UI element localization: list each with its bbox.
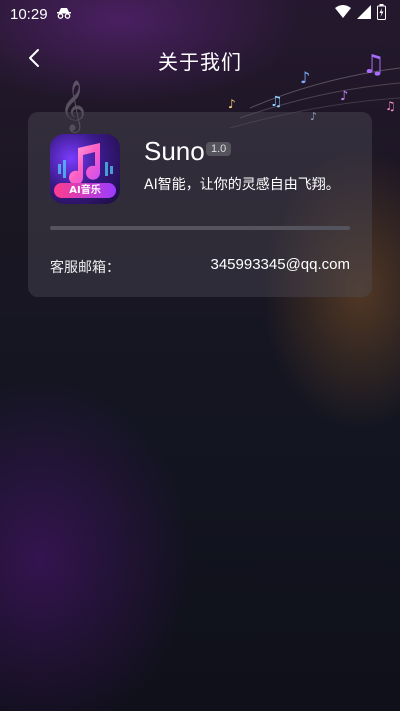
app-icon: AI音乐	[50, 134, 120, 204]
email-label: 客服邮箱：	[50, 260, 120, 276]
status-bar: 10:29	[0, 0, 400, 28]
signal-icon	[357, 5, 371, 23]
about-card: AI音乐 Suno 1.0 AI智能，让你的灵感自由飞翔。 客服邮箱： 3459…	[28, 112, 372, 297]
version-badge: 1.0	[206, 142, 232, 156]
status-time: 10:29	[10, 5, 48, 23]
svg-text:♪: ♪	[340, 89, 348, 104]
svg-text:♪: ♪	[228, 97, 236, 111]
status-right	[335, 4, 386, 24]
app-name: Suno	[144, 136, 205, 166]
svg-text:♫: ♫	[385, 99, 396, 113]
app-icon-badge: AI音乐	[54, 183, 116, 198]
divider	[50, 226, 350, 230]
incognito-icon	[56, 5, 72, 23]
svg-text:♫: ♫	[270, 94, 283, 110]
app-slogan: AI智能，让你的灵感自由飞翔。	[144, 177, 340, 193]
page-title: 关于我们	[158, 50, 242, 74]
battery-icon	[377, 4, 386, 24]
wifi-icon	[335, 5, 351, 23]
status-left: 10:29	[10, 5, 72, 23]
nav-bar: 关于我们	[0, 36, 400, 80]
email-value[interactable]: 345993345@qq.com	[211, 256, 351, 273]
